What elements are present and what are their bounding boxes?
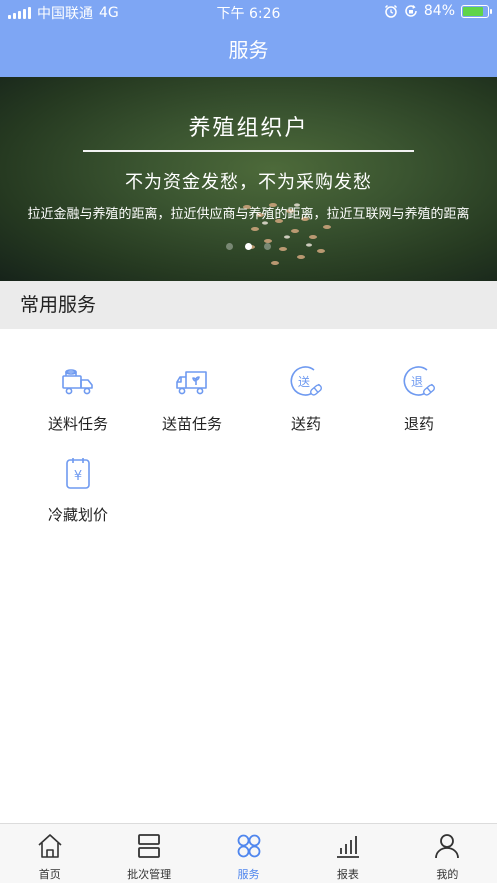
tab-label: 批次管理: [127, 868, 172, 881]
service-feed-delivery[interactable]: 送料任务: [16, 329, 140, 433]
section-title: 常用服务: [0, 281, 497, 329]
return-glyph: 退: [411, 375, 423, 389]
tab-services[interactable]: 服务: [199, 824, 298, 883]
rotation-lock-icon: [405, 5, 417, 17]
service-seedling-delivery[interactable]: 送苗任务: [130, 329, 254, 433]
status-bar: 中国联通 4G 下午 6:26 84%: [0, 0, 497, 24]
service-return-medicine[interactable]: 退 退药: [357, 329, 481, 433]
alarm-icon: [384, 4, 397, 18]
tab-label: 我的: [436, 868, 459, 881]
tab-label: 首页: [38, 868, 61, 881]
carousel-indicator[interactable]: [0, 243, 497, 250]
feed-truck-icon: [62, 369, 93, 395]
service-label: 送苗任务: [161, 415, 222, 433]
service-send-medicine[interactable]: 送 送药: [244, 329, 368, 433]
tab-batch-management[interactable]: 批次管理: [99, 824, 198, 883]
banner-divider: [83, 150, 414, 152]
bottom-tab-bar: 首页 批次管理 服务 报表 我的: [0, 823, 497, 883]
send-medicine-icon: 送: [290, 366, 322, 396]
tab-label: 报表: [336, 868, 359, 881]
services-icon: [237, 834, 260, 858]
tab-profile[interactable]: 我的: [398, 824, 497, 883]
profile-icon: [435, 834, 460, 859]
home-icon: [38, 834, 62, 858]
battery-icon: [461, 4, 492, 18]
service-label: 退药: [403, 415, 434, 433]
price-clipboard-icon: ¥: [66, 458, 90, 489]
status-right: 84%: [384, 3, 492, 19]
service-label: 送药: [290, 415, 321, 433]
tab-label: 服务: [237, 868, 260, 881]
chart-icon: [336, 836, 359, 858]
carousel-dot[interactable]: [264, 243, 271, 250]
send-glyph: 送: [298, 374, 310, 389]
banner-subtitle: 不为资金发愁，不为采购发愁: [125, 172, 372, 193]
batch-icon: [138, 834, 161, 858]
yuan-glyph: ¥: [74, 469, 82, 484]
seedling-truck-icon: [176, 371, 207, 395]
service-cold-storage-pricing[interactable]: ¥ 冷藏划价: [16, 420, 140, 524]
banner-tagline: 拉近金融与养殖的距离，拉近供应商与养殖的距离，拉近互联网与养殖的距离: [27, 207, 470, 222]
page-title: 服务: [0, 24, 497, 77]
return-medicine-icon: 退: [403, 366, 435, 396]
service-label: 冷藏划价: [47, 506, 108, 524]
tab-reports[interactable]: 报表: [298, 824, 397, 883]
carousel-dot-active[interactable]: [245, 243, 252, 250]
battery-percent: 84%: [423, 3, 455, 19]
tab-home[interactable]: 首页: [0, 824, 99, 883]
banner-title: 养殖组织户: [188, 116, 309, 141]
promo-banner[interactable]: 养殖组织户 不为资金发愁，不为采购发愁 拉近金融与养殖的距离，拉近供应商与养殖的…: [0, 77, 497, 281]
carousel-dot[interactable]: [226, 243, 233, 250]
